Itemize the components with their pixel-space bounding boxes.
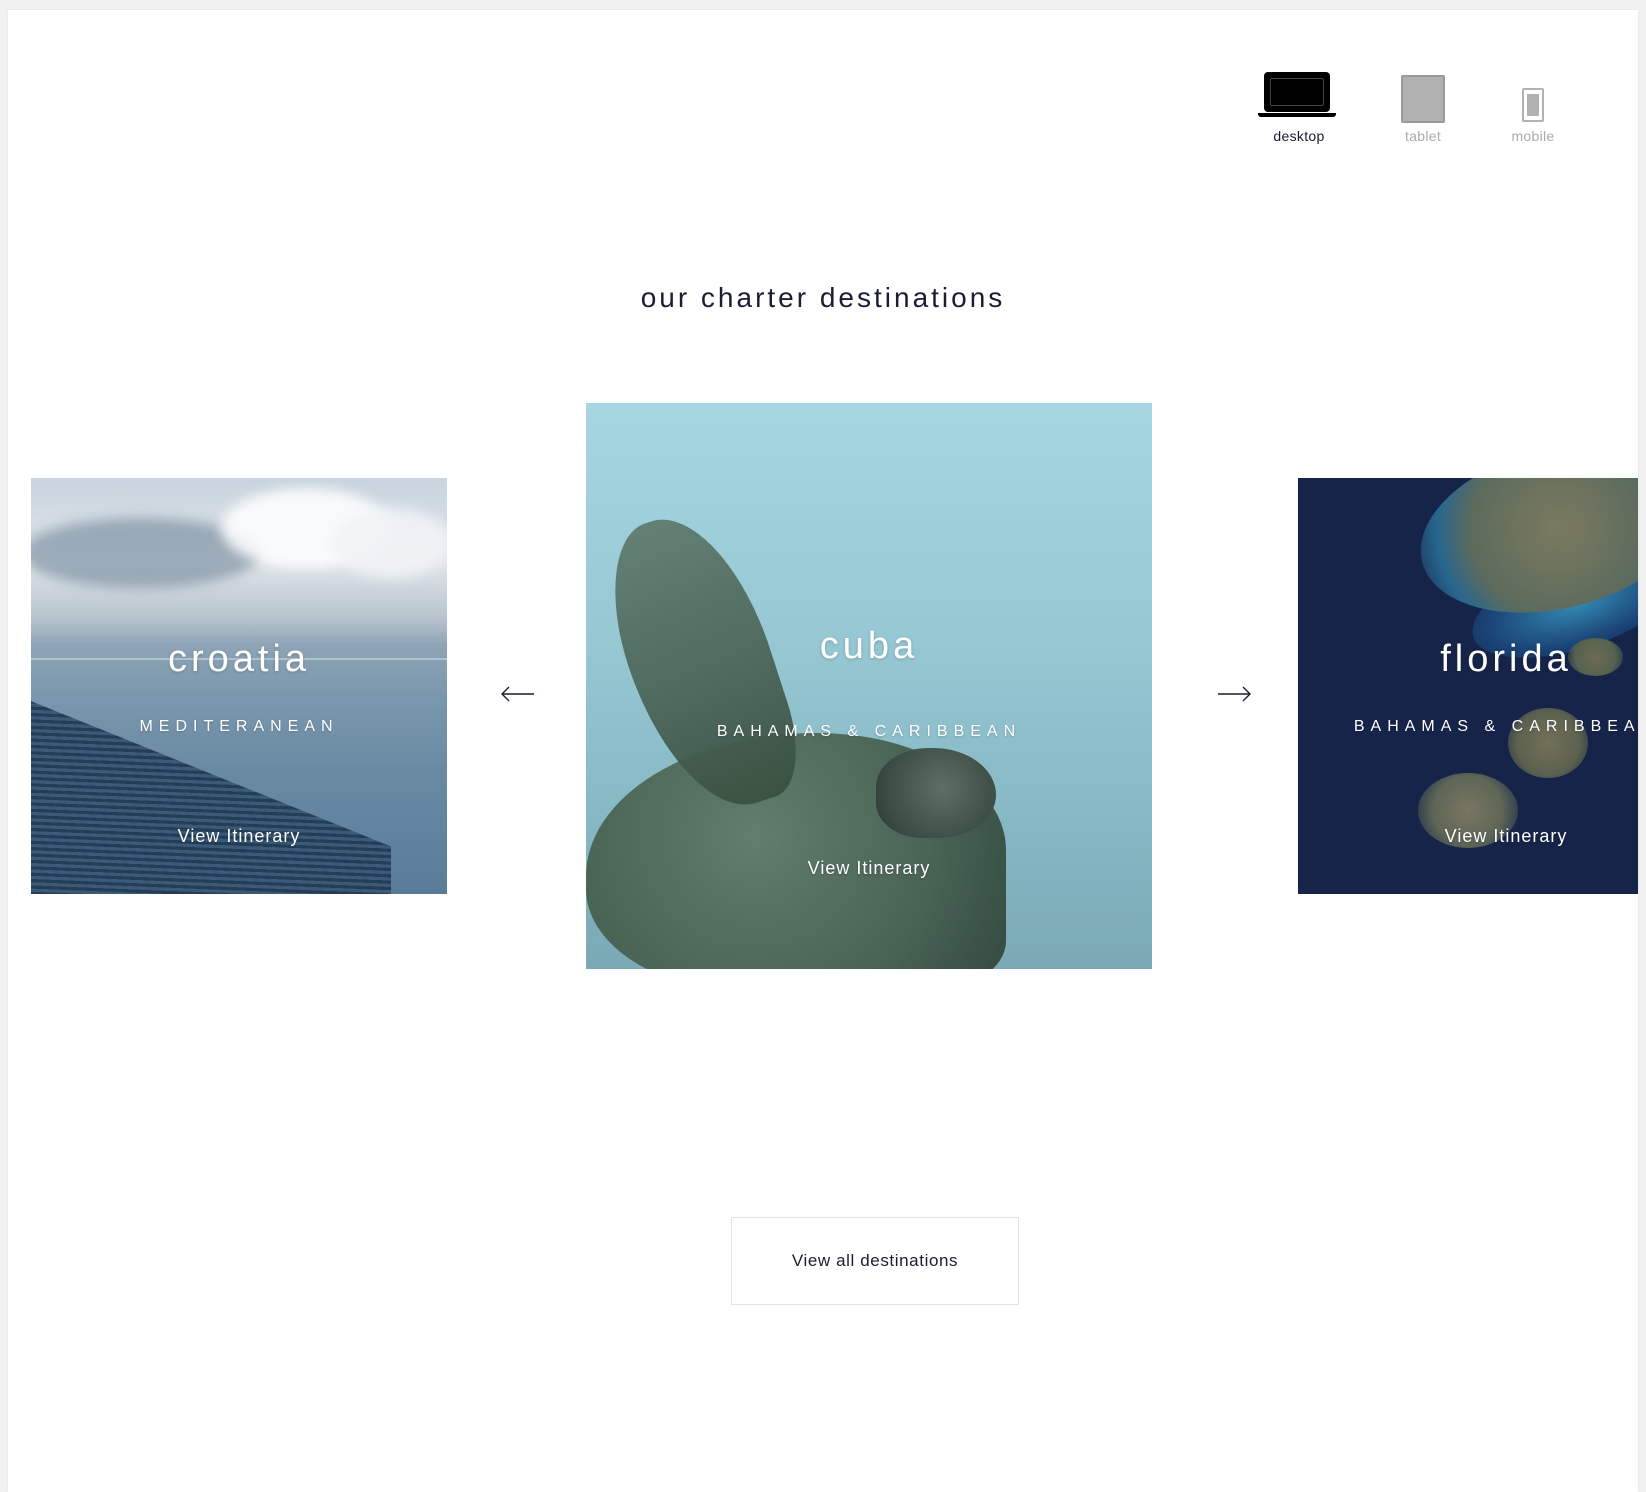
destination-name: florida: [1440, 638, 1572, 680]
destination-region: MEDITERANEAN: [139, 718, 339, 735]
destination-card-cuba[interactable]: cuba BAHAMAS & CARIBBEAN View Itinerary: [586, 403, 1152, 969]
destination-name: croatia: [167, 638, 311, 680]
tablet-icon: [1378, 62, 1468, 123]
view-itinerary-link[interactable]: View Itinerary: [586, 858, 1152, 879]
device-mobile-label: mobile: [1511, 128, 1555, 144]
view-all-destinations-button[interactable]: View all destinations: [731, 1217, 1019, 1305]
carousel-prev-button[interactable]: [498, 682, 538, 706]
device-mobile-button[interactable]: mobile: [1488, 62, 1578, 144]
device-desktop-label: desktop: [1273, 128, 1325, 144]
destination-name: cuba: [819, 625, 919, 667]
page-frame: desktop tablet mobile our charter destin…: [8, 10, 1638, 1492]
section-title: our charter destinations: [640, 282, 1006, 313]
mobile-icon: [1488, 62, 1578, 122]
device-switcher: desktop tablet mobile: [8, 62, 1638, 162]
carousel-next-button[interactable]: [1214, 682, 1254, 706]
device-tablet-label: tablet: [1404, 128, 1442, 144]
destination-card-florida[interactable]: florida BAHAMAS & CARIBBEAN View Itinera…: [1298, 478, 1638, 894]
device-desktop-button[interactable]: desktop: [1244, 62, 1354, 144]
device-tablet-button[interactable]: tablet: [1378, 62, 1468, 144]
cuba-photo: [586, 403, 1152, 969]
laptop-icon: [1244, 62, 1354, 122]
view-itinerary-link[interactable]: View Itinerary: [1298, 826, 1638, 847]
arrow-right-icon: [1218, 686, 1251, 702]
destination-card-croatia[interactable]: croatia MEDITERANEAN View Itinerary: [31, 478, 447, 894]
destination-region: BAHAMAS & CARIBBEAN: [716, 723, 1022, 740]
arrow-left-icon: [501, 686, 534, 702]
view-itinerary-link[interactable]: View Itinerary: [31, 826, 447, 847]
destination-region: BAHAMAS & CARIBBEAN: [1353, 718, 1638, 735]
